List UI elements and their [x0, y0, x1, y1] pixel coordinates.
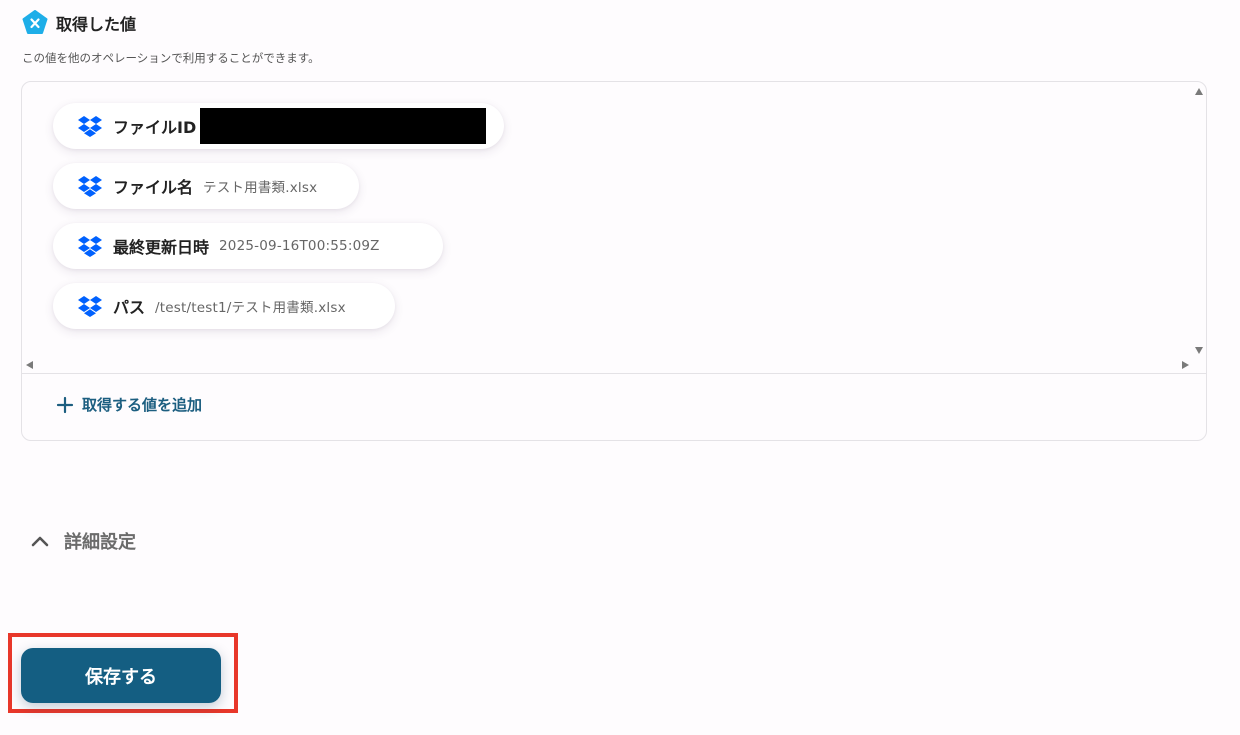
value-chip-file-id[interactable]: ファイルID — [53, 103, 504, 149]
values-scroll-area[interactable]: ファイルID ファイル名 テスト用書類.xlsx 最終更新日時 2025-09-… — [22, 82, 1194, 360]
dropbox-icon — [78, 236, 102, 257]
values-panel: ファイルID ファイル名 テスト用書類.xlsx 最終更新日時 2025-09-… — [21, 81, 1207, 441]
section-description: この値を他のオペレーションで利用することができます。 — [22, 51, 320, 65]
add-value-label: 取得する値を追加 — [82, 396, 203, 414]
section-title: 取得した値 — [56, 15, 137, 34]
advanced-settings-label: 詳細設定 — [64, 532, 136, 553]
value-text: 2025-09-16T00:55:09Z — [219, 238, 380, 254]
chevron-up-icon — [31, 536, 49, 547]
scroll-down-arrow-icon[interactable] — [1195, 347, 1203, 354]
value-label: パス — [113, 298, 146, 317]
value-text: /test/test1/テスト用書類.xlsx — [155, 300, 346, 316]
value-chip-path[interactable]: パス /test/test1/テスト用書類.xlsx — [53, 283, 395, 329]
dropbox-icon — [78, 176, 102, 197]
value-label: ファイル名 — [113, 178, 194, 197]
dropbox-icon — [78, 116, 102, 137]
scroll-up-arrow-icon[interactable] — [1195, 88, 1203, 95]
value-label: ファイルID — [113, 118, 197, 137]
horizontal-scrollbar[interactable] — [22, 360, 1194, 374]
x-badge-icon — [22, 10, 48, 34]
value-label: 最終更新日時 — [113, 238, 210, 257]
panel-divider — [22, 373, 1206, 374]
redacted-value — [200, 108, 487, 144]
scroll-left-arrow-icon[interactable] — [26, 361, 33, 369]
vertical-scrollbar[interactable] — [1192, 82, 1206, 360]
advanced-settings-toggle[interactable]: 詳細設定 — [30, 528, 136, 554]
save-button[interactable]: 保存する — [21, 648, 221, 703]
plus-icon — [56, 396, 74, 413]
add-value-button[interactable]: 取得する値を追加 — [56, 394, 202, 415]
value-text: テスト用書類.xlsx — [203, 180, 318, 196]
dropbox-icon — [78, 296, 102, 317]
value-chip-last-modified[interactable]: 最終更新日時 2025-09-16T00:55:09Z — [53, 223, 443, 269]
section-header: 取得した値 — [22, 10, 136, 36]
value-chip-file-name[interactable]: ファイル名 テスト用書類.xlsx — [53, 163, 359, 209]
scroll-right-arrow-icon[interactable] — [1182, 361, 1189, 369]
